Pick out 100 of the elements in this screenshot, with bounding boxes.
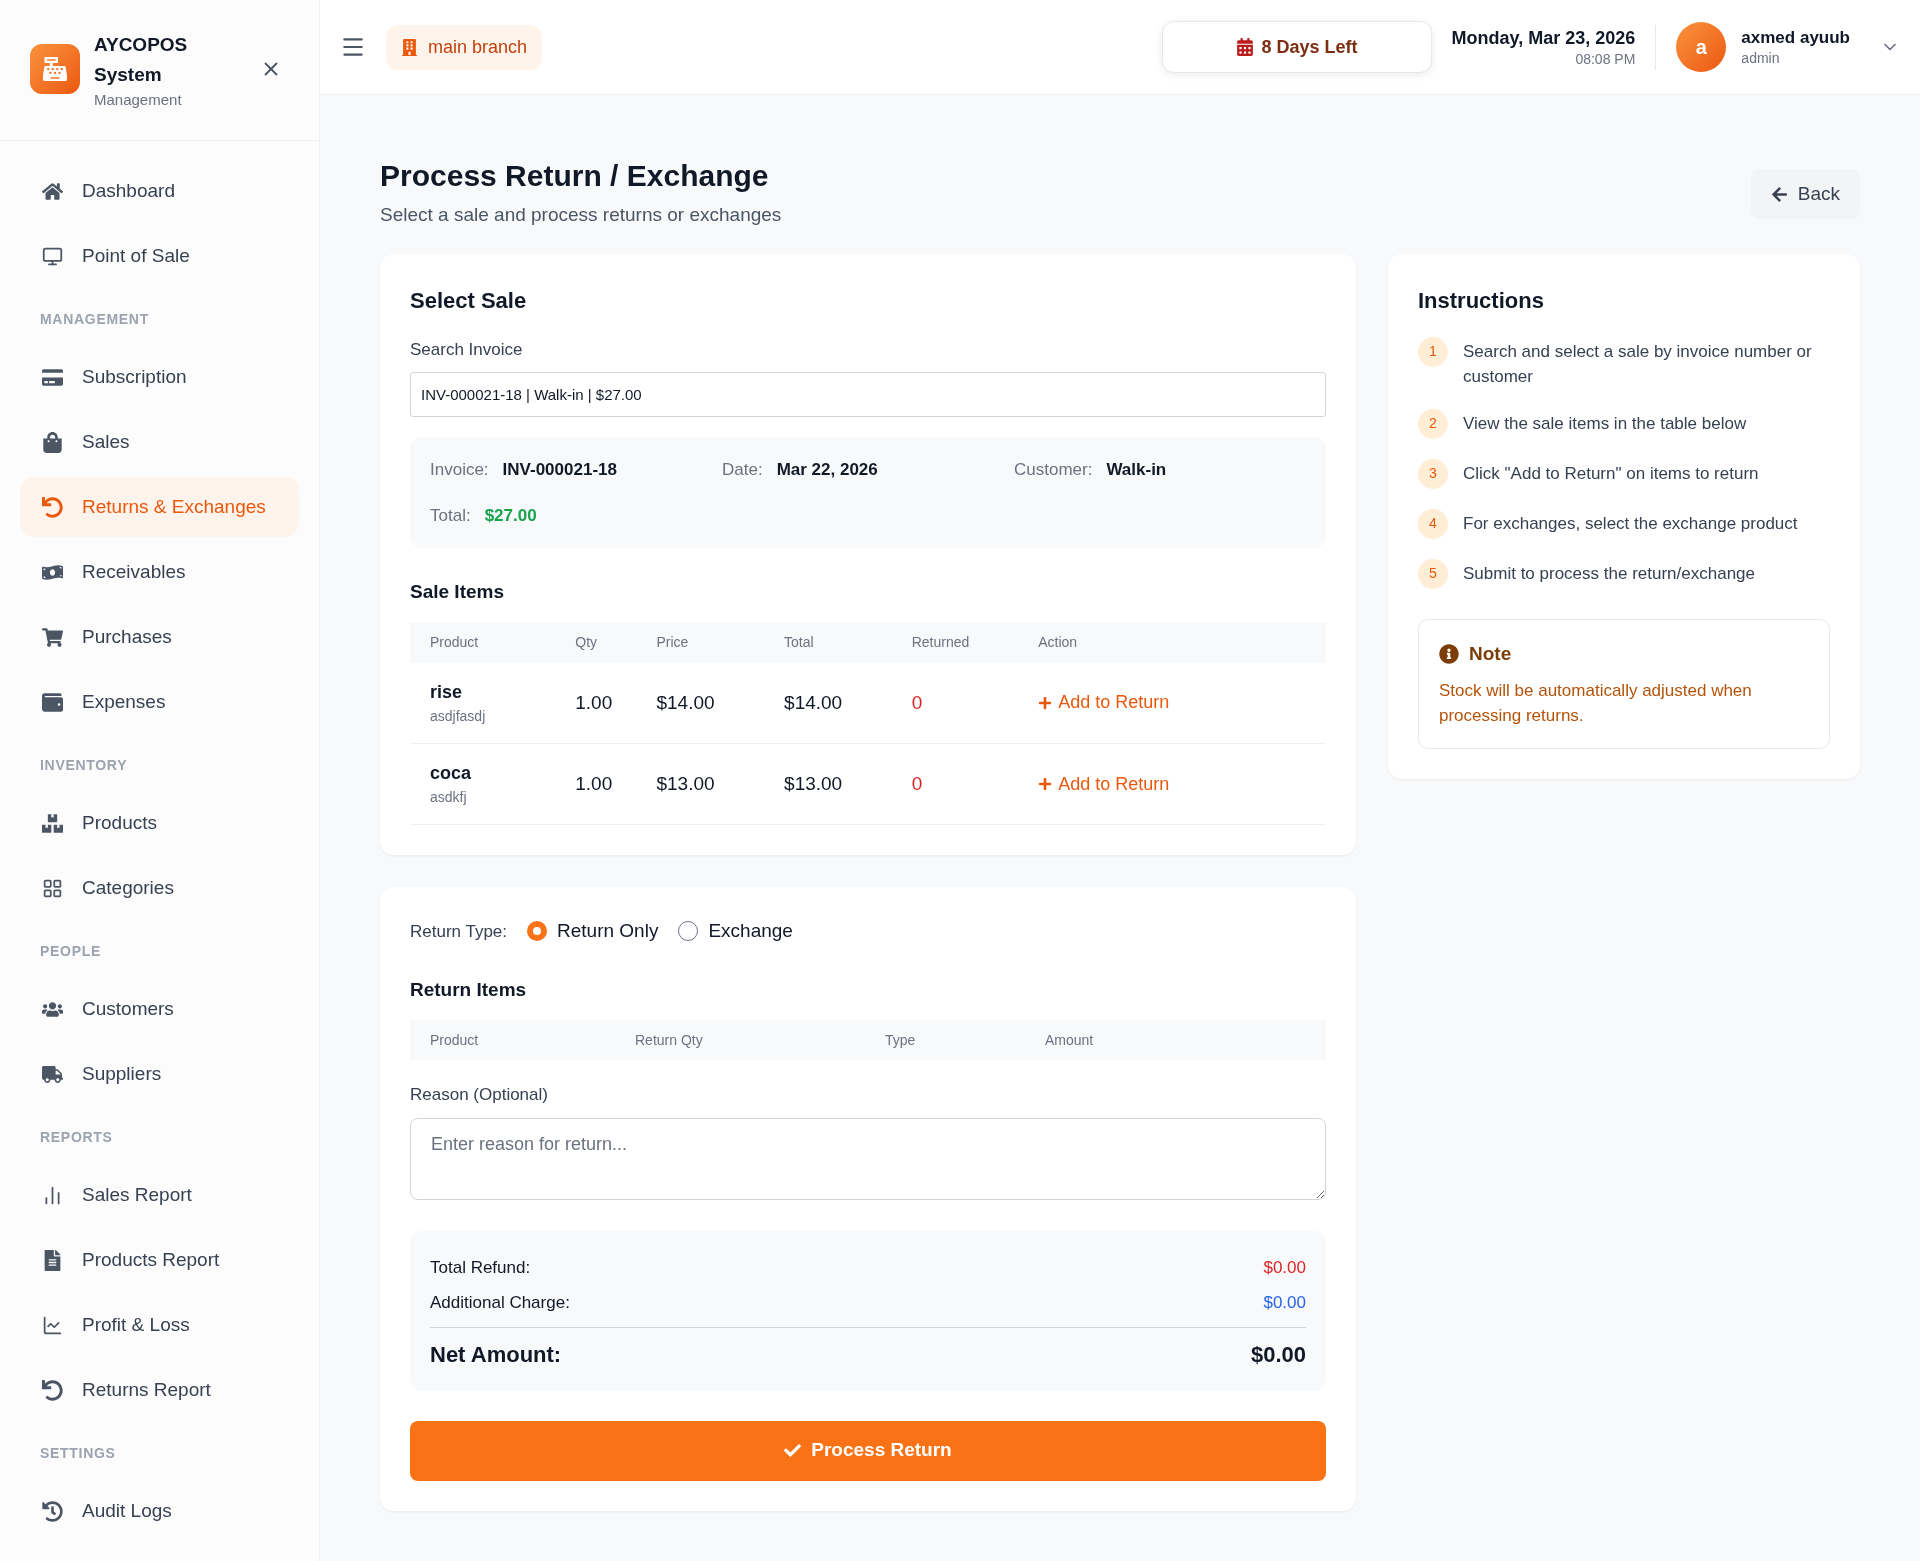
summary-value: $27.00 (484, 504, 537, 527)
product-name: coca (430, 762, 473, 785)
table-cell: $13.00 (656, 743, 785, 825)
page-title: Process Return / Exchange (380, 158, 770, 194)
column-header: Product (430, 1030, 480, 1050)
reason-field[interactable]: Enter reason for return... (410, 1117, 1326, 1200)
calendar-icon (1235, 38, 1254, 56)
truck-icon (40, 1063, 64, 1085)
home-icon (40, 180, 64, 202)
nav-item[interactable]: Purchases (20, 607, 299, 667)
nav-item[interactable]: Categories (20, 858, 299, 918)
nav-item[interactable]: Point of Sale (20, 226, 299, 286)
wallet-icon (40, 691, 64, 713)
radio-option[interactable]: Exchange (678, 917, 793, 946)
building-icon (401, 38, 418, 56)
returned-count: 0 (911, 662, 1039, 744)
nav-item[interactable]: Products Report (20, 1230, 299, 1290)
field-label: Return Type: (410, 920, 508, 943)
nav-item[interactable]: Sales (20, 412, 299, 472)
column-header: Type (885, 1030, 917, 1050)
plus-icon (1038, 777, 1053, 791)
step-text: For exchanges, select the exchange product (1463, 512, 1798, 535)
current-time: 08:08 PM (1575, 50, 1636, 68)
branch-chip[interactable]: main branch (386, 24, 543, 70)
nav-item[interactable]: Audit Logs (20, 1481, 299, 1541)
column-header: Total (784, 622, 912, 663)
section-title: Return Items (410, 977, 528, 1002)
step-number: 3 (1418, 458, 1448, 489)
check-icon (784, 1442, 802, 1459)
credit-card-icon (40, 366, 64, 388)
total-value: $0.00 (1263, 1257, 1306, 1280)
page-subtitle: Select a sale and process returns or exchanges (380, 203, 782, 227)
monitor-icon (40, 245, 64, 267)
total-label: Total Refund: (430, 1257, 531, 1280)
column-header: Return Qty (635, 1030, 704, 1050)
current-date: Monday, Mar 23, 2026 (1451, 27, 1636, 50)
boxes-icon (40, 812, 64, 834)
user-role: admin (1741, 49, 1781, 67)
summary-value: Walk-in (1106, 459, 1167, 481)
invoice-search-field[interactable]: INV-000021-18 | Walk-in | $27.00 (410, 372, 1326, 417)
table-cell: $14.00 (656, 662, 785, 744)
nav-item[interactable]: Products (20, 793, 299, 853)
bag-icon (40, 431, 64, 453)
column-header: Product (410, 622, 576, 663)
brand-name: AYCOPOS System (94, 33, 189, 87)
info-icon (1439, 643, 1459, 664)
section-label: PEOPLE (40, 941, 101, 961)
undo-icon (40, 1379, 64, 1401)
history-icon (40, 1500, 64, 1522)
step-text: Submit to process the return/exchange (1463, 562, 1755, 585)
summary-label: Customer: (1014, 459, 1093, 481)
returned-count: 0 (911, 743, 1039, 825)
nav-item[interactable]: Dashboard (20, 161, 299, 221)
step-text: Search and select a sale by invoice number or customer (1463, 340, 1813, 388)
net-amount-label: Net Amount: (430, 1340, 562, 1369)
summary-label: Total: (430, 504, 471, 527)
table-cell: $13.00 (784, 743, 912, 825)
nav-item[interactable]: Expenses (20, 672, 299, 732)
section-title: Sale Items (410, 580, 505, 604)
nav-item[interactable]: Profit & Loss (20, 1295, 299, 1355)
product-sku: asdkfj (430, 788, 468, 807)
section-label: INVENTORY (40, 755, 128, 775)
nav-item[interactable]: Suppliers (20, 1044, 299, 1104)
brand-subtitle: Management (94, 90, 183, 110)
total-label: Additional Charge: (430, 1292, 570, 1315)
card-title: Select Sale (410, 286, 528, 315)
step-number: 1 (1418, 336, 1448, 367)
total-value: $0.00 (1263, 1292, 1306, 1315)
step-number: 5 (1418, 558, 1448, 589)
net-amount-value: $0.00 (1250, 1340, 1306, 1369)
column-header: Action (1038, 622, 1326, 663)
step-text: View the sale items in the table below (1463, 412, 1747, 435)
column-header: Returned (911, 622, 1039, 663)
add-to-return-button[interactable]: Add to Return (1038, 770, 1170, 798)
field-label: Search Invoice (410, 338, 524, 361)
step-number: 2 (1418, 408, 1448, 439)
cart-icon (40, 626, 64, 648)
section-label: MANAGEMENT (40, 309, 149, 329)
product-name: rise (430, 680, 464, 704)
table-cell: 1.00 (575, 743, 657, 825)
note-text: Stock will be automatically adjusted when processing returns. (1439, 680, 1753, 727)
nav-item[interactable]: Sales Report (20, 1165, 299, 1225)
add-to-return-button[interactable]: Add to Return (1038, 689, 1170, 717)
user-name: axmed ayuub (1741, 27, 1850, 49)
column-header: Qty (575, 622, 657, 663)
note-title: Note (1469, 641, 1512, 666)
column-header: Amount (1045, 1030, 1095, 1050)
nav-item[interactable]: Subscription (20, 347, 299, 407)
summary-value: INV-000021-18 (502, 459, 617, 481)
column-header: Price (656, 622, 785, 663)
back-button[interactable]: Back (1750, 169, 1860, 219)
summary-value: Mar 22, 2026 (776, 459, 878, 481)
radio-option[interactable]: Return Only (527, 917, 659, 946)
arrow-left-icon (1770, 185, 1788, 203)
summary-label: Invoice: (430, 459, 489, 481)
table-cell: $14.00 (784, 662, 912, 744)
nav-item[interactable]: Receivables (20, 542, 299, 602)
nav-item[interactable]: Returns Report (20, 1360, 299, 1420)
nav-item[interactable]: Customers (20, 979, 299, 1039)
summary-label: Date: (722, 459, 763, 481)
